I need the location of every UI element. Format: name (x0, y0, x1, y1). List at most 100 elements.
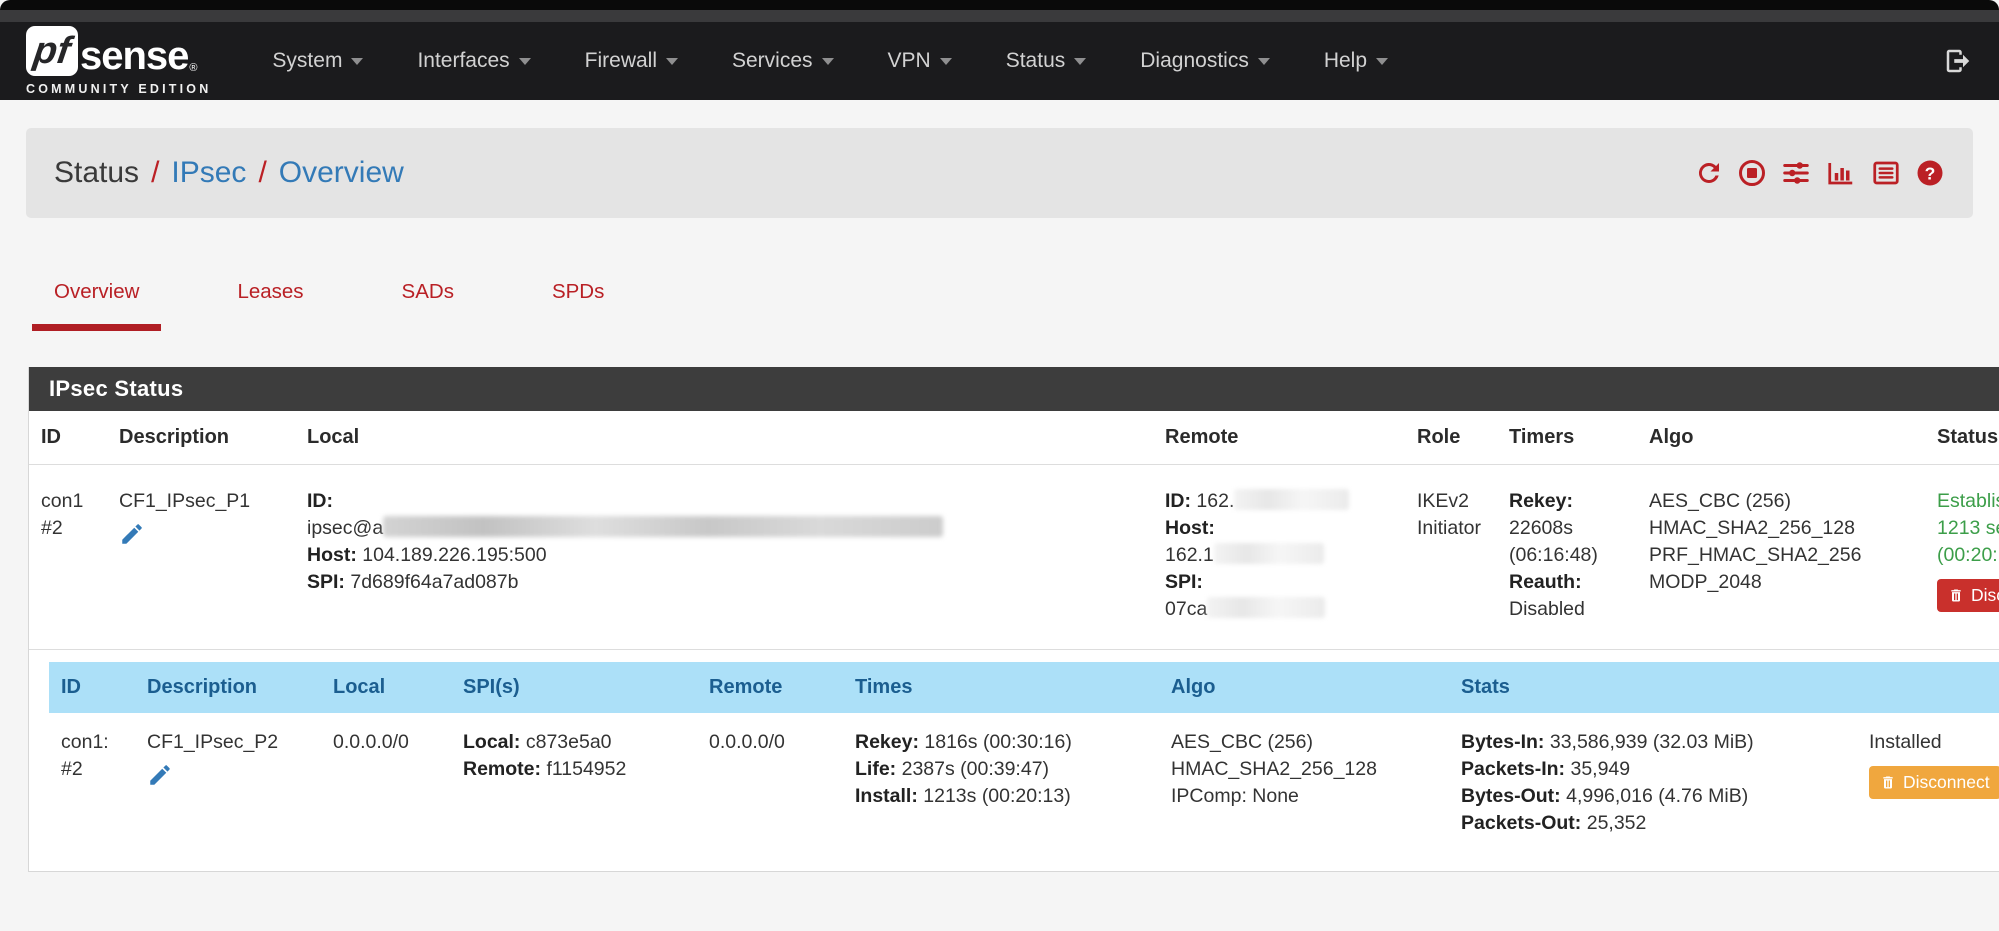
breadcrumb-link-overview[interactable]: Overview (279, 156, 404, 190)
col-header-algo: Algo (1637, 411, 1925, 465)
packets-in-value: 35,949 (1570, 758, 1630, 780)
tab-leases[interactable]: Leases (215, 270, 325, 331)
child-rekey-label: Rekey: (855, 731, 919, 753)
top-nav: pf sense ® COMMUNITY EDITION System Inte… (0, 22, 1999, 100)
menu-item-diagnostics[interactable]: Diagnostics (1113, 37, 1297, 85)
menu-item-label: Services (732, 49, 813, 72)
help-icon[interactable]: ? (1915, 158, 1945, 188)
algo-prf: PRF_HMAC_SHA2_256 (1649, 544, 1861, 566)
child-sa-id: con1: (61, 731, 109, 753)
menu-item-label: Firewall (585, 49, 657, 72)
breadcrumb-link-ipsec[interactable]: IPsec (171, 156, 246, 190)
trash-icon (1880, 774, 1896, 791)
state-text: Established (1937, 490, 1999, 512)
child-col-remote: Remote (697, 662, 843, 713)
rekey-time: (06:16:48) (1509, 544, 1598, 566)
local-host-label: Host: (307, 544, 357, 566)
redacted-value (383, 516, 943, 537)
col-header-role: Role (1405, 411, 1497, 465)
child-sa-id-num: #2 (61, 758, 83, 780)
tab-bar: Overview Leases SADs SPDs (32, 270, 1999, 331)
logout-button[interactable] (1943, 46, 1973, 76)
col-header-description: Description (107, 411, 295, 465)
pfsense-edition-caption: COMMUNITY EDITION (26, 82, 211, 96)
redacted-value (1234, 489, 1349, 510)
child-sa-description: CF1_IPsec_P2 (147, 731, 278, 753)
spi-remote-label: Remote: (463, 758, 541, 780)
local-id-label: ID: (307, 490, 333, 512)
disconnect-label: Disconnect (1971, 585, 1999, 606)
packets-out-label: Packets-Out: (1461, 812, 1581, 834)
cell-child-algo: AES_CBC (256) HMAC_SHA2_256_128 IPComp: … (1159, 713, 1449, 847)
window-chrome-top (0, 0, 1999, 10)
child-disconnect-button[interactable]: Disconnect (1869, 766, 1999, 799)
edit-icon[interactable] (147, 762, 173, 788)
cell-algo: AES_CBC (256) HMAC_SHA2_256_128 PRF_HMAC… (1637, 465, 1925, 650)
child-col-status (1857, 662, 1999, 713)
child-algo-ipcomp: IPComp: None (1171, 785, 1299, 807)
child-remote-net: 0.0.0.0/0 (709, 731, 785, 753)
menu-item-firewall[interactable]: Firewall (558, 37, 705, 85)
menu-item-label: Status (1006, 49, 1066, 72)
menu-item-vpn[interactable]: VPN (861, 37, 979, 85)
sign-out-icon (1943, 46, 1973, 76)
bytes-out-label: Bytes-Out: (1461, 785, 1561, 807)
chevron-down-icon (1258, 58, 1270, 65)
child-state-text: Installed (1869, 731, 1942, 753)
disconnect-button[interactable]: Disconnect (1937, 579, 1999, 612)
pfsense-logo[interactable]: pf sense ® COMMUNITY EDITION (26, 26, 211, 96)
child-local-net: 0.0.0.0/0 (333, 731, 409, 753)
chevron-down-icon (666, 58, 678, 65)
spi-remote-value: f1154952 (546, 758, 626, 780)
rekey-label: Rekey: (1509, 490, 1573, 512)
child-sa-cell: ID Description Local SPI(s) Remote Times… (29, 650, 1999, 872)
table-row: con1: #2 CF1_IPsec_P2 (49, 713, 1999, 847)
bytes-in-value: 33,586,939 (32.03 MiB) (1550, 731, 1754, 753)
packets-in-label: Packets-In: (1461, 758, 1565, 780)
filters-icon[interactable] (1780, 158, 1812, 188)
cell-child-description: CF1_IPsec_P2 (135, 713, 321, 847)
pfsense-logo-reg: ® (189, 62, 197, 74)
tab-overview[interactable]: Overview (32, 270, 161, 331)
cell-child-status: Installed Disconnect (1857, 713, 1999, 847)
ipsec-status-table: ID Description Local Remote Role Timers … (29, 411, 1999, 871)
menu-item-system[interactable]: System (245, 37, 390, 85)
col-header-status: Status (1925, 411, 1999, 465)
child-col-local: Local (321, 662, 451, 713)
remote-spi-value: 07ca (1165, 598, 1207, 620)
bar-chart-icon[interactable] (1825, 158, 1857, 188)
local-host-value: 104.189.226.195:500 (362, 544, 546, 566)
child-install-value: 1213s (00:20:13) (923, 785, 1070, 807)
cell-remote: ID: 162. Host: 162.1 SPI: 07ca (1153, 465, 1405, 650)
child-col-stats: Stats (1449, 662, 1857, 713)
cell-status: Established 1213 seconds (00:20:13) Disc… (1925, 465, 1999, 650)
log-icon[interactable] (1870, 158, 1902, 188)
cell-child-times: Rekey: 1816s (00:30:16) Life: 2387s (00:… (843, 713, 1159, 847)
pfsense-logo-row: pf sense ® (26, 26, 211, 76)
menu-item-label: Interfaces (417, 49, 509, 72)
redacted-value (1207, 597, 1325, 618)
algo-enc: AES_CBC (256) (1649, 490, 1791, 512)
table-row: con1 #2 CF1_IPsec_P1 ID: ipsec@a Host: 1… (29, 465, 1999, 650)
parent-header-row: ID Description Local Remote Role Timers … (29, 411, 1999, 465)
tab-spds[interactable]: SPDs (530, 270, 626, 331)
child-rekey-value: 1816s (00:30:16) (924, 731, 1071, 753)
menu-item-interfaces[interactable]: Interfaces (390, 37, 557, 85)
stop-icon[interactable] (1737, 158, 1767, 188)
col-header-local: Local (295, 411, 1153, 465)
sa-id-num: #2 (41, 517, 63, 539)
tab-sads[interactable]: SADs (380, 270, 476, 331)
child-col-id: ID (49, 662, 135, 713)
reauth-label: Reauth: (1509, 571, 1582, 593)
main-menu: System Interfaces Firewall Services VPN … (245, 37, 1415, 85)
edit-icon[interactable] (119, 521, 145, 547)
packets-out-value: 25,352 (1587, 812, 1647, 834)
menu-item-status[interactable]: Status (979, 37, 1114, 85)
menu-item-services[interactable]: Services (705, 37, 861, 85)
child-sa-row-wrap: ID Description Local SPI(s) Remote Times… (29, 650, 1999, 872)
col-header-remote: Remote (1153, 411, 1405, 465)
refresh-icon[interactable] (1694, 158, 1724, 188)
menu-item-help[interactable]: Help (1297, 37, 1415, 85)
chevron-down-icon (822, 58, 834, 65)
child-col-spis: SPI(s) (451, 662, 697, 713)
